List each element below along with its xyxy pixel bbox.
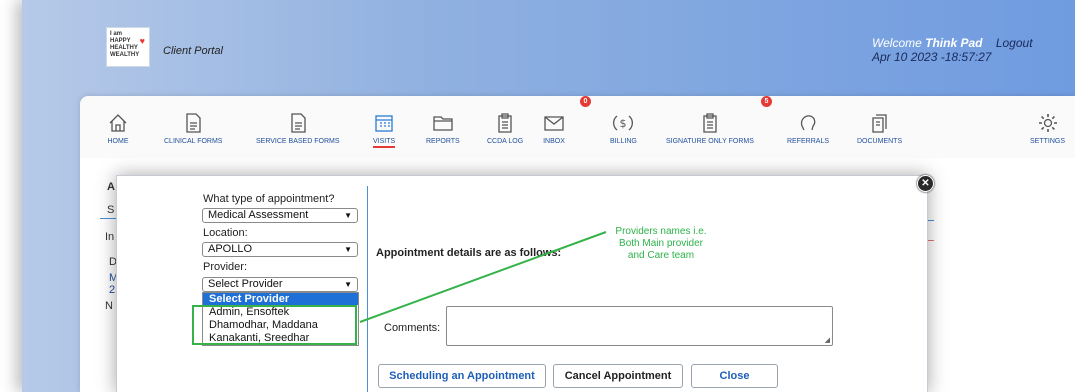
comments-label: Comments: (384, 322, 441, 334)
cancel-appointment-button[interactable]: Cancel Appointment (553, 364, 683, 388)
schedule-appointment-button[interactable]: Scheduling an Appointment (378, 364, 546, 388)
comments-textarea[interactable]: ◢ (446, 306, 833, 346)
resize-grip-icon[interactable]: ◢ (825, 336, 830, 344)
annotation-note: Providers names i.e. Both Main provider … (615, 226, 707, 261)
screenshot: I am HAPPY HEALTHY WEALTHY ♥ Client Portal … (0, 0, 1075, 392)
close-button[interactable]: Close (691, 364, 778, 388)
